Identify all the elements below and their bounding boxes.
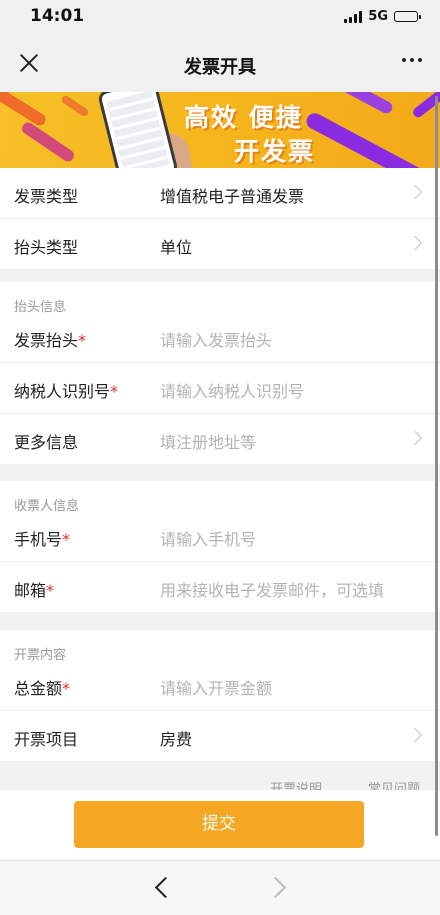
status-indicators: 5G: [344, 9, 421, 24]
banner-stripe: [335, 92, 395, 116]
scrollbar[interactable]: [435, 96, 438, 836]
more-info-row[interactable]: 更多信息 填注册地址等: [0, 414, 440, 464]
help-links: 开票说明 常见问题: [0, 778, 440, 790]
page-title: 发票开具: [184, 57, 256, 78]
amount-input[interactable]: 请输入开票金额: [160, 675, 272, 699]
row-label: 总金额*: [14, 679, 71, 698]
chevron-right-icon[interactable]: [264, 876, 287, 899]
status-time: 14:01: [30, 6, 85, 26]
invoice-title-input[interactable]: 请输入发票抬头: [160, 327, 272, 351]
row-label: 更多信息: [14, 433, 79, 452]
title-info-section: 抬头信息 发票抬头* 请输入发票抬头 纳税人识别号* 请输入纳税人识别号 更多信…: [0, 282, 440, 464]
more-info-placeholder: 填注册地址等: [160, 433, 257, 452]
invoice-type-row[interactable]: 发票类型 增值税电子普通发票: [0, 168, 440, 219]
footer: 提交: [0, 790, 440, 860]
title-type-row[interactable]: 抬头类型 单位: [0, 219, 440, 269]
row-label: 纳税人识别号*: [14, 382, 119, 401]
row-label: 发票类型: [14, 187, 79, 206]
phone-field[interactable]: 手机号* 请输入手机号: [0, 511, 440, 562]
required-mark: *: [46, 581, 55, 600]
required-mark: *: [110, 382, 119, 401]
row-label: 抬头类型: [14, 238, 79, 257]
row-label: 手机号*: [14, 530, 71, 549]
email-field[interactable]: 邮箱* 用来接收电子发票邮件，可选填: [0, 562, 440, 612]
banner-stripe: [303, 110, 427, 168]
nav-bar: 发票开具: [0, 36, 440, 93]
chevron-right-icon: [407, 184, 423, 200]
banner-stripe: [60, 94, 90, 118]
chevron-left-icon[interactable]: [154, 876, 177, 899]
row-value: 房费: [160, 730, 193, 749]
chevron-right-icon: [407, 727, 423, 743]
promo-banner: 高效 便捷 开发票: [0, 92, 440, 168]
status-bar: 14:01 5G: [0, 0, 440, 36]
banner-stripe: [19, 120, 77, 164]
row-value: 增值税电子普通发票: [160, 187, 305, 206]
more-dots-icon[interactable]: [402, 58, 422, 62]
invoice-item-row[interactable]: 开票项目 房费: [0, 711, 440, 761]
row-label: 邮箱*: [14, 581, 55, 600]
taxpayer-id-field[interactable]: 纳税人识别号* 请输入纳税人识别号: [0, 363, 440, 414]
invoice-title-field[interactable]: 发票抬头* 请输入发票抬头: [0, 312, 440, 363]
section-header: 抬头信息: [0, 282, 440, 315]
invoice-note-link[interactable]: 开票说明: [270, 778, 322, 790]
invoice-content-section: 开票内容 总金额* 请输入开票金额 开票项目 房费: [0, 630, 440, 761]
banner-slogan-line1: 高效 便捷: [184, 103, 303, 132]
phone-illustration: [97, 92, 179, 168]
phone-input[interactable]: 请输入手机号: [160, 526, 256, 550]
signal-icon: [344, 10, 363, 23]
amount-field[interactable]: 总金额* 请输入开票金额: [0, 660, 440, 711]
network-type: 5G: [368, 9, 388, 24]
section-header: 开票内容: [0, 630, 440, 663]
email-input[interactable]: 用来接收电子发票邮件，可选填: [160, 577, 384, 601]
submit-button[interactable]: 提交: [74, 801, 364, 848]
required-mark: *: [62, 530, 71, 549]
chevron-right-icon: [407, 430, 423, 446]
row-label: 开票项目: [14, 730, 79, 749]
taxpayer-id-input[interactable]: 请输入纳税人识别号: [160, 378, 304, 402]
receiver-info-section: 收票人信息 手机号* 请输入手机号 邮箱* 用来接收电子发票邮件，可选填: [0, 481, 440, 612]
row-label: 发票抬头*: [14, 331, 87, 350]
required-mark: *: [78, 331, 87, 350]
row-value: 单位: [160, 238, 193, 257]
banner-slogan-line2: 开发票: [234, 137, 316, 166]
section-header: 收票人信息: [0, 481, 440, 514]
faq-link[interactable]: 常见问题: [368, 778, 420, 790]
required-mark: *: [62, 679, 71, 698]
battery-icon: [394, 11, 421, 22]
invoice-type-section: 发票类型 增值税电子普通发票 抬头类型 单位: [0, 168, 440, 269]
browser-nav-bar: [0, 860, 440, 915]
chevron-right-icon: [407, 235, 423, 251]
